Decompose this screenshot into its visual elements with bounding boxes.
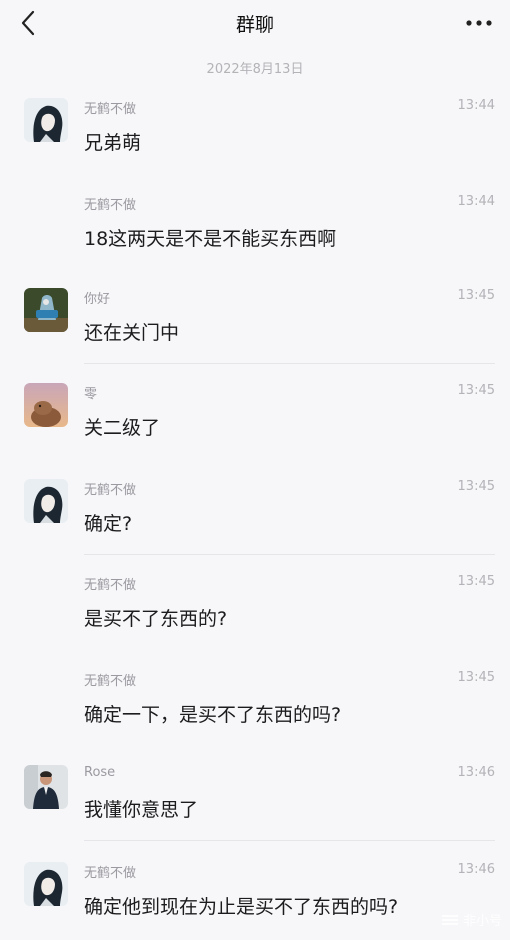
logo-icon <box>441 914 458 925</box>
message-text: 关二级了 <box>84 417 161 439</box>
message-time: 13:44 <box>457 194 495 209</box>
capybara-avatar <box>24 383 68 427</box>
more-dots-icon <box>466 20 492 26</box>
avatar[interactable] <box>24 288 68 332</box>
sender-name: 无鹤不做 <box>84 866 137 881</box>
message-time: 13:46 <box>457 765 495 780</box>
sender-name: 无鹤不做 <box>84 198 137 213</box>
message-text: 确定? <box>84 513 133 535</box>
message-time: 13:45 <box>457 479 495 494</box>
avatar[interactable] <box>24 479 68 523</box>
sender-name: 无鹤不做 <box>84 674 137 689</box>
avatar[interactable] <box>24 862 68 906</box>
more-button[interactable] <box>462 10 496 36</box>
sender-name: Rose <box>84 765 116 780</box>
girl-avatar <box>24 862 68 906</box>
sender-name: 无鹤不做 <box>84 483 137 498</box>
message-text: 确定他到现在为止是买不了东西的吗? <box>84 896 399 918</box>
message-text: 确定一下，是买不了东西的吗? <box>84 704 342 726</box>
message-time: 13:45 <box>457 383 495 398</box>
page-title: 群聊 <box>235 14 274 36</box>
sender-name: 无鹤不做 <box>84 102 137 117</box>
message-text: 还在关门中 <box>84 322 180 344</box>
avatar[interactable] <box>24 98 68 142</box>
message-time: 13:44 <box>457 98 495 113</box>
toy-avatar <box>24 288 68 332</box>
message-time: 13:45 <box>457 574 495 589</box>
avatar[interactable] <box>24 765 68 809</box>
message-text: 18这两天是不是不能买东西啊 <box>84 228 337 250</box>
sender-name: 无鹤不做 <box>84 578 137 593</box>
message-divider <box>84 554 495 555</box>
message-time: 13:45 <box>457 670 495 685</box>
avatar[interactable] <box>24 383 68 427</box>
top-bar: 群聊 <box>0 0 510 48</box>
message-text: 是买不了东西的? <box>84 608 228 630</box>
message-text: 兄弟萌 <box>84 132 142 154</box>
watermark: 非小号 <box>441 910 502 929</box>
date-divider: 2022年8月13日 <box>206 62 304 77</box>
message-time: 13:45 <box>457 288 495 303</box>
girl-avatar <box>24 479 68 523</box>
message-time: 13:46 <box>457 862 495 877</box>
message-divider <box>84 363 495 364</box>
watermark-text: 非小号 <box>462 914 502 929</box>
sender-name: 你好 <box>84 292 111 307</box>
message-divider <box>84 840 495 841</box>
sender-name: 零 <box>84 387 98 402</box>
man-suit-avatar <box>24 765 68 809</box>
message-text: 我懂你意思了 <box>84 799 199 821</box>
girl-avatar <box>24 98 68 142</box>
